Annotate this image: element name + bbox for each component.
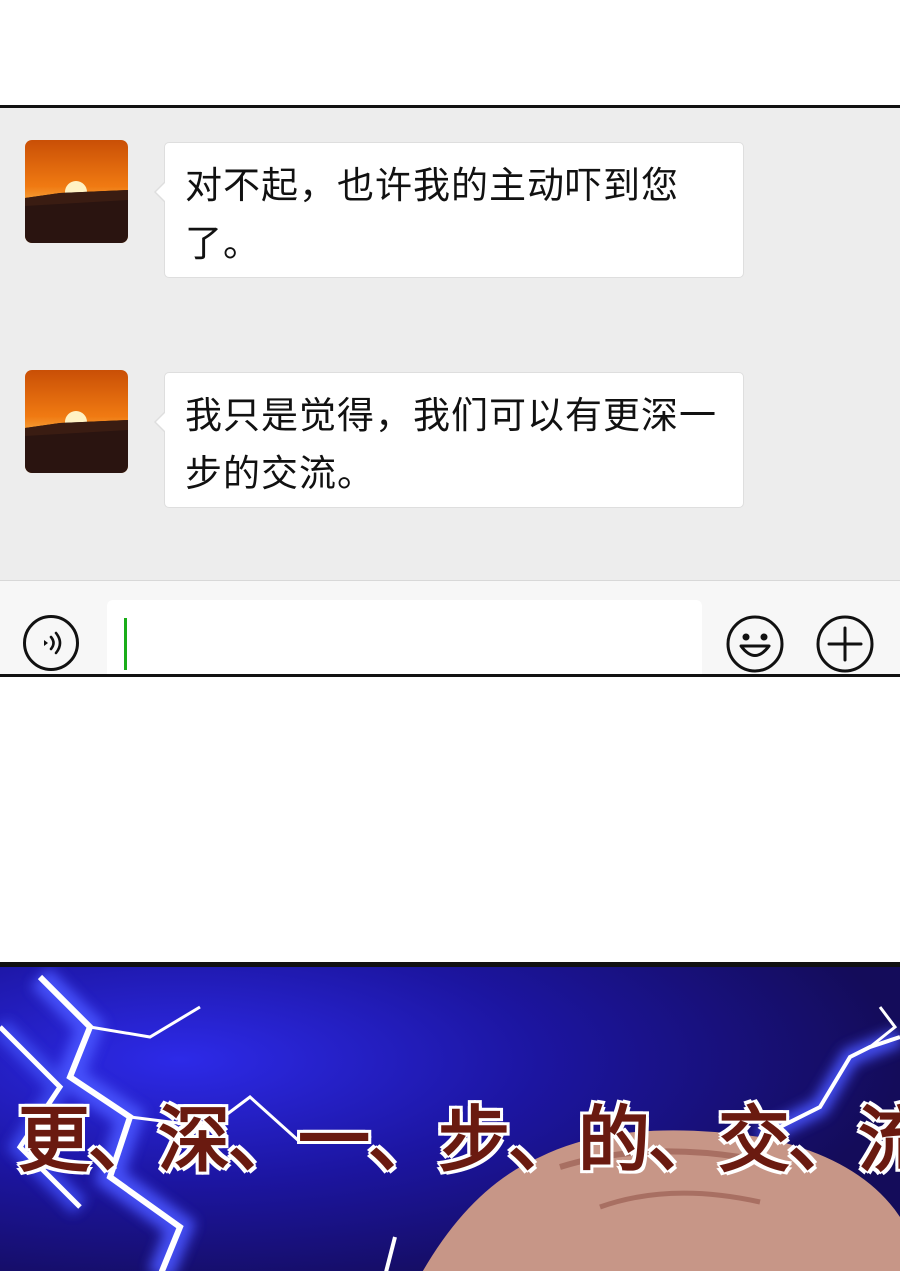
sunset-icon bbox=[25, 140, 128, 243]
chat-window: 对不起，也许我的主动吓到您了。 我只是觉得，我们可以有更深一步的交流。 bbox=[0, 105, 900, 677]
more-button[interactable] bbox=[816, 615, 874, 673]
message-bubble: 我只是觉得，我们可以有更深一步的交流。 bbox=[154, 372, 744, 508]
sunset-icon bbox=[25, 370, 128, 473]
chat-message: 我只是觉得，我们可以有更深一步的交流。 bbox=[0, 370, 900, 510]
message-input[interactable] bbox=[107, 600, 702, 674]
text-caret bbox=[124, 618, 127, 670]
plus-icon bbox=[816, 615, 874, 673]
comic-panel: 更、深、一、步、的、交、流。 bbox=[0, 962, 900, 1271]
avatar[interactable] bbox=[25, 140, 128, 243]
voice-button[interactable] bbox=[23, 615, 79, 671]
smiley-icon bbox=[726, 615, 784, 673]
message-bubble: 对不起，也许我的主动吓到您了。 bbox=[154, 142, 744, 278]
chat-input-bar bbox=[0, 580, 900, 674]
emoji-button[interactable] bbox=[726, 615, 784, 673]
avatar[interactable] bbox=[25, 370, 128, 473]
voice-icon bbox=[44, 631, 62, 655]
shout-text: 更、深、一、步、的、交、流。 bbox=[17, 1097, 900, 1184]
chat-message: 对不起，也许我的主动吓到您了。 bbox=[0, 140, 900, 280]
